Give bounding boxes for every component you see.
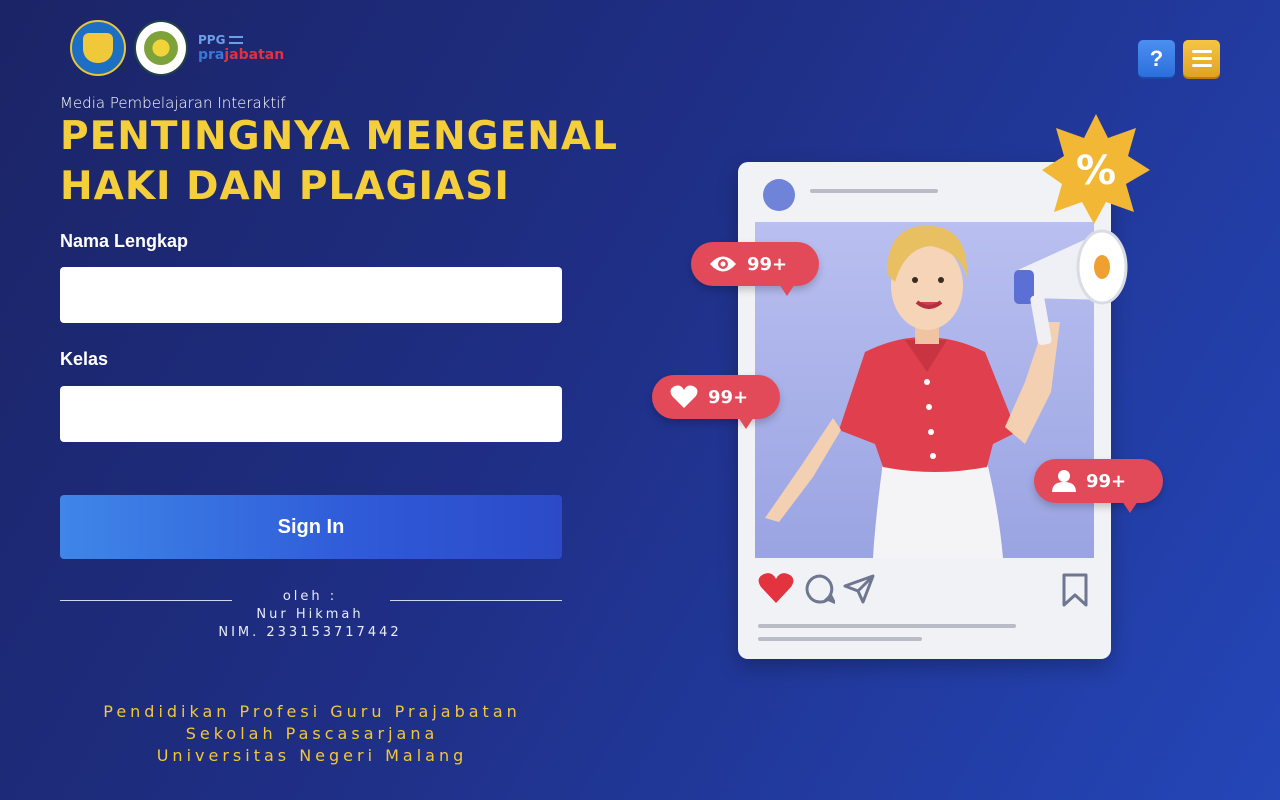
like-heart-icon [758, 573, 794, 603]
bookmark-icon [1062, 573, 1088, 607]
followers-bubble: 99+ [1034, 459, 1163, 513]
hamburger-icon [1191, 50, 1212, 53]
comment-icon [805, 574, 835, 604]
page-subtitle: Media Pembelajaran Interaktif [60, 94, 286, 112]
author-nim: NIM. 233153717442 [218, 625, 402, 640]
name-input[interactable] [60, 267, 562, 323]
author-credit: oleh : Nur Hikmah NIM. 233153717442 [200, 588, 420, 642]
eye-icon [710, 256, 736, 272]
sign-in-button[interactable]: Sign In [60, 495, 562, 559]
percent-badge: % [1042, 114, 1150, 224]
menu-button[interactable] [1183, 40, 1220, 77]
badge-text: % [1076, 148, 1116, 194]
followers-count: 99+ [1086, 470, 1127, 492]
institution-program: Pendidikan Profesi Guru Prajabatan [103, 702, 521, 721]
kemdikbud-logo [70, 20, 126, 76]
class-input[interactable] [60, 386, 562, 442]
heart-icon [670, 385, 698, 408]
ppg-prajabatan-logo: PPG prajabatan [198, 33, 285, 63]
um-logo [134, 20, 188, 76]
page-title: PENTINGNYA MENGENAL HAKI DAN PLAGIASI [60, 112, 660, 212]
likes-count: 99+ [708, 386, 749, 408]
social-media-illustration: % 99+ 99+ 99+ [640, 100, 1200, 680]
name-label: Nama Lengkap [60, 231, 189, 251]
question-icon: ? [1149, 45, 1164, 71]
institution-university: Universitas Negeri Malang [156, 746, 468, 765]
by-label: oleh : [282, 589, 338, 604]
views-bubble: 99+ [691, 242, 819, 296]
institution-block: Pendidikan Profesi Guru Prajabatan Sekol… [62, 701, 562, 767]
top-toolbar: ? [1138, 40, 1220, 77]
title-line-2: HAKI DAN PLAGIASI [60, 164, 510, 209]
author-name: Nur Hikmah [256, 607, 364, 622]
likes-bubble: 99+ [652, 375, 780, 429]
title-line-1: PENTINGNYA MENGENAL [60, 114, 618, 159]
institution-school: Sekolah Pascasarjana [185, 724, 439, 743]
help-button[interactable]: ? [1138, 40, 1175, 77]
views-count: 99+ [747, 253, 788, 275]
logo-bar: PPG prajabatan [70, 20, 284, 76]
class-label: Kelas [60, 349, 109, 369]
user-icon [1052, 470, 1076, 492]
share-icon [843, 574, 875, 604]
